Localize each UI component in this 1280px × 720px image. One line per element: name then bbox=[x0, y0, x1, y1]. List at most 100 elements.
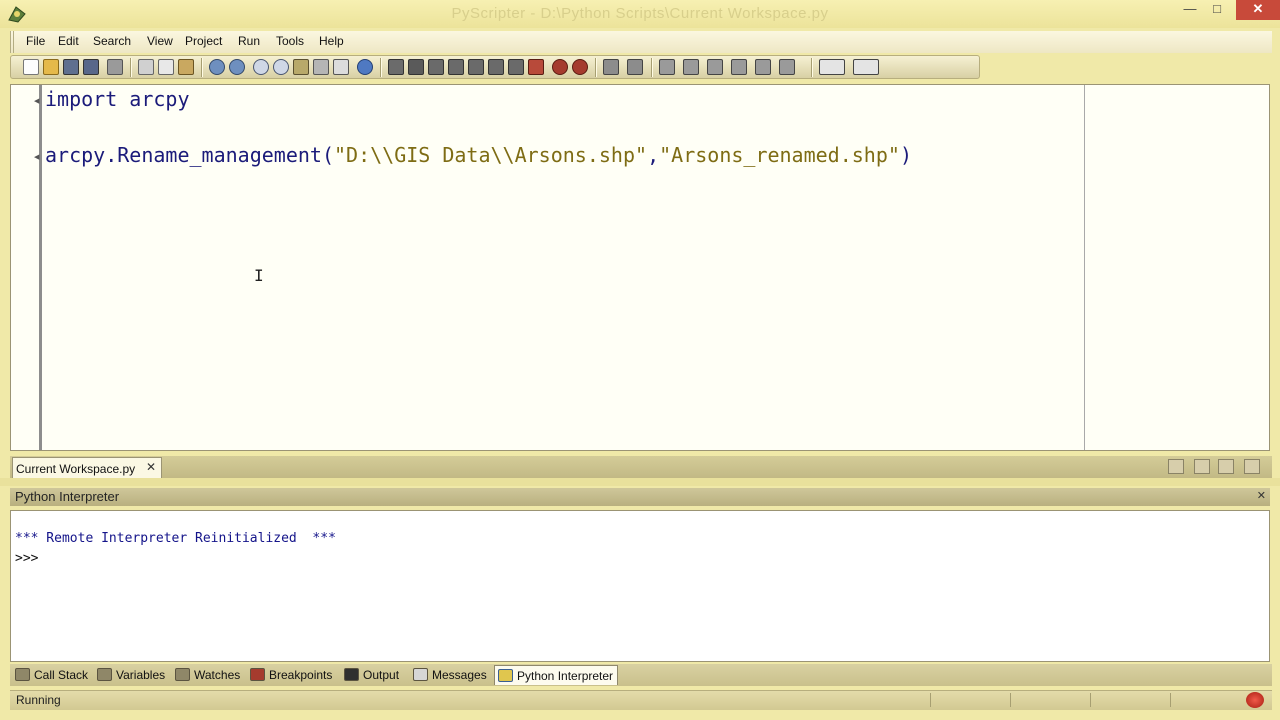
pause-icon[interactable] bbox=[508, 59, 524, 75]
undo-icon[interactable] bbox=[209, 59, 225, 75]
open-file-icon[interactable] bbox=[43, 59, 59, 75]
help-icon[interactable] bbox=[357, 59, 373, 75]
tab-output[interactable]: Output bbox=[341, 665, 407, 685]
find-next-icon[interactable] bbox=[273, 59, 289, 75]
uncomment-icon[interactable] bbox=[731, 59, 747, 75]
breakpoints-icon bbox=[250, 668, 265, 681]
save-all-icon[interactable] bbox=[83, 59, 99, 75]
close-button[interactable]: ✕ bbox=[1236, 0, 1280, 20]
comment-icon[interactable] bbox=[707, 59, 723, 75]
menu-run[interactable]: Run bbox=[238, 34, 260, 48]
toolbar-separator bbox=[130, 58, 132, 77]
find-in-files-icon[interactable] bbox=[313, 59, 329, 75]
tab-breakpoints[interactable]: Breakpoints bbox=[247, 665, 339, 685]
forward-icon[interactable] bbox=[627, 59, 643, 75]
toolbar-separator bbox=[201, 58, 203, 77]
status-divider bbox=[1010, 693, 1011, 707]
minimize-button[interactable]: — bbox=[1176, 0, 1204, 20]
maximize-button[interactable]: □ bbox=[1203, 0, 1231, 20]
tab-watches[interactable]: Watches bbox=[172, 665, 244, 685]
tab-label: Call Stack bbox=[34, 668, 89, 682]
status-bar: Running bbox=[10, 690, 1272, 710]
code-token: arcpy.Rename_management( bbox=[45, 143, 334, 167]
step-out-icon[interactable] bbox=[488, 59, 504, 75]
maximize-icon: □ bbox=[1213, 1, 1221, 16]
menu-bar: File Edit Search View Project Run Tools … bbox=[10, 31, 1272, 53]
step-over-icon[interactable] bbox=[468, 59, 484, 75]
text-cursor-icon: I bbox=[254, 266, 264, 285]
run-to-cursor-icon[interactable] bbox=[428, 59, 444, 75]
tab-bar-tools bbox=[1168, 459, 1268, 475]
new-file-icon[interactable] bbox=[23, 59, 39, 75]
code-editor[interactable]: ◂ ◂ import arcpy arcpy.Rename_management… bbox=[10, 84, 1270, 451]
debug-icon[interactable] bbox=[408, 59, 424, 75]
tab-label: Variables bbox=[116, 668, 166, 682]
tab-label: Python Interpreter bbox=[517, 669, 614, 683]
variables-icon bbox=[97, 668, 112, 681]
title-bar: PyScripter - D:\Python Scripts\Current W… bbox=[0, 0, 1280, 28]
menu-view[interactable]: View bbox=[147, 34, 173, 48]
replace-icon[interactable] bbox=[293, 59, 309, 75]
document-tab-bar: Current Workspace.py ✕ bbox=[10, 456, 1272, 478]
code-token: ) bbox=[899, 143, 912, 167]
editor-gutter[interactable] bbox=[11, 85, 42, 450]
tab-python-interpreter[interactable]: Python Interpreter bbox=[494, 665, 618, 685]
print-icon[interactable] bbox=[107, 59, 123, 75]
paste-icon[interactable] bbox=[178, 59, 194, 75]
python-icon bbox=[498, 669, 513, 682]
menu-search[interactable]: Search bbox=[93, 34, 131, 48]
tab-call-stack[interactable]: Call Stack bbox=[12, 665, 92, 685]
layouts-icon[interactable] bbox=[819, 59, 845, 75]
close-icon: ✕ bbox=[1252, 1, 1264, 16]
interpreter-console[interactable]: *** Remote Interpreter Reinitialized ***… bbox=[10, 510, 1270, 662]
open-folder-icon[interactable] bbox=[1168, 459, 1184, 474]
find-icon[interactable] bbox=[253, 59, 269, 75]
main-toolbar bbox=[10, 55, 980, 79]
engine-status-icon bbox=[1246, 692, 1264, 708]
bookmark-marker-icon: ◂ bbox=[34, 95, 40, 107]
untabify-icon[interactable] bbox=[779, 59, 795, 75]
indent-icon[interactable] bbox=[659, 59, 675, 75]
tabify-icon[interactable] bbox=[755, 59, 771, 75]
run-icon[interactable] bbox=[388, 59, 404, 75]
copy-icon[interactable] bbox=[158, 59, 174, 75]
panel-header: Python Interpreter ✕ bbox=[10, 488, 1270, 506]
tab-current-workspace[interactable]: Current Workspace.py ✕ bbox=[12, 457, 162, 478]
redo-icon[interactable] bbox=[229, 59, 245, 75]
status-text: Running bbox=[16, 693, 61, 707]
status-divider bbox=[930, 693, 931, 707]
panel-close-icon[interactable]: ✕ bbox=[1257, 489, 1266, 502]
cut-icon[interactable] bbox=[138, 59, 154, 75]
status-divider bbox=[1090, 693, 1091, 707]
clear-breakpoints-icon[interactable] bbox=[572, 59, 588, 75]
save-icon[interactable] bbox=[63, 59, 79, 75]
cascade-icon[interactable] bbox=[1218, 459, 1234, 474]
tab-variables[interactable]: Variables bbox=[94, 665, 170, 685]
menu-edit[interactable]: Edit bbox=[58, 34, 79, 48]
menu-project[interactable]: Project bbox=[185, 34, 222, 48]
output-icon bbox=[344, 668, 359, 681]
close-all-icon[interactable] bbox=[1244, 459, 1260, 474]
step-into-icon[interactable] bbox=[448, 59, 464, 75]
console-prompt[interactable]: >>> bbox=[15, 551, 38, 566]
dedent-icon[interactable] bbox=[683, 59, 699, 75]
code-line-1[interactable]: import arcpy bbox=[45, 87, 190, 111]
zoom-icon[interactable] bbox=[333, 59, 349, 75]
tab-label: Watches bbox=[194, 668, 241, 682]
tab-messages[interactable]: Messages bbox=[410, 665, 492, 685]
splitter[interactable] bbox=[0, 478, 1280, 486]
string-literal: "D:\\GIS Data\\Arsons.shp" bbox=[333, 143, 648, 167]
toggle-breakpoint-icon[interactable] bbox=[552, 59, 568, 75]
tab-close-icon[interactable]: ✕ bbox=[146, 460, 156, 474]
toolbar-separator bbox=[811, 58, 813, 77]
abort-icon[interactable] bbox=[528, 59, 544, 75]
tile-icon[interactable] bbox=[1194, 459, 1210, 474]
menu-file[interactable]: File bbox=[26, 34, 45, 48]
view-options-icon[interactable] bbox=[853, 59, 879, 75]
code-line-2[interactable]: arcpy.Rename_management("D:\\GIS Data\\A… bbox=[45, 143, 912, 167]
menu-help[interactable]: Help bbox=[319, 34, 344, 48]
tab-label: Breakpoints bbox=[269, 668, 333, 682]
menu-tools[interactable]: Tools bbox=[276, 34, 304, 48]
messages-icon bbox=[413, 668, 428, 681]
back-icon[interactable] bbox=[603, 59, 619, 75]
